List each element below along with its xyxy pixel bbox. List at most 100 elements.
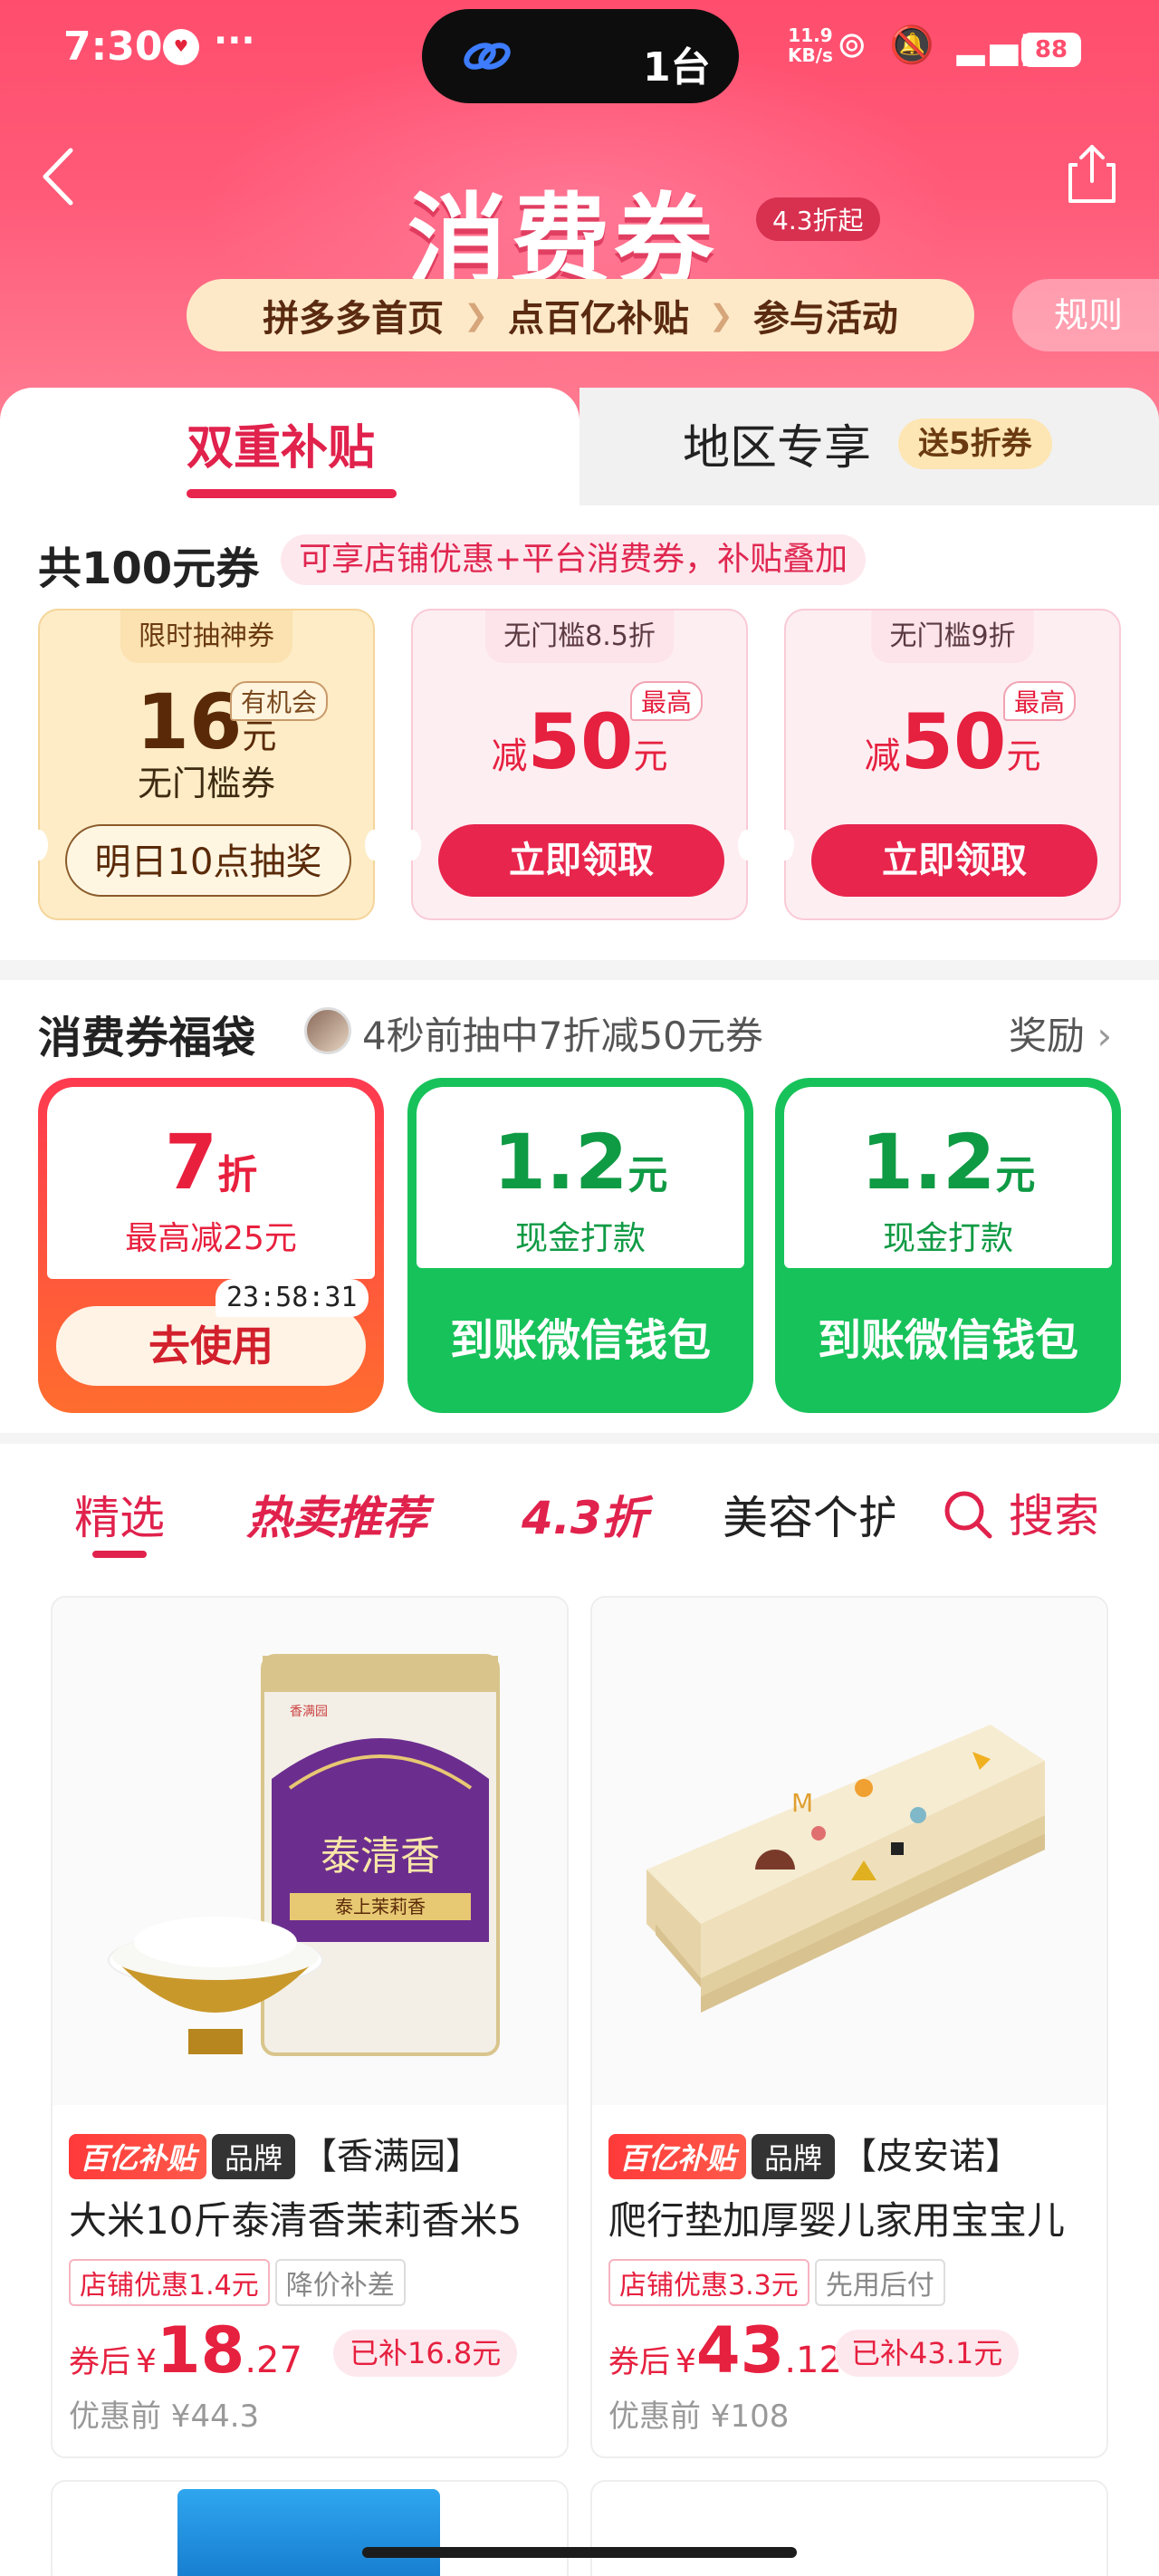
coupon-card-90[interactable]: 无门槛9折 减50元 最高 立即领取 xyxy=(776,609,1121,920)
chevron-right-icon: ❯ xyxy=(464,298,488,332)
product-tags: 店铺优惠3.3元 先用后付 xyxy=(608,2259,945,2306)
lucky-bag-notice: 4秒前抽中7折减50元券 xyxy=(362,1014,763,1058)
product-image: M xyxy=(592,1598,1106,2105)
link-icon xyxy=(464,43,511,70)
bag-sub: 最高减25元 xyxy=(125,1220,297,1257)
price-label: 券后 xyxy=(69,2344,130,2380)
coupon-max-tag: 最高 xyxy=(630,681,704,721)
breadcrumb-step-3: 参与活动 xyxy=(752,298,898,340)
product-card-partial[interactable] xyxy=(590,2480,1108,2576)
avatar xyxy=(304,1007,351,1054)
tab-active-indicator xyxy=(92,1551,147,1558)
coupon-subheading: 可享店铺优惠+平台消费券，补贴叠加 xyxy=(281,534,867,585)
pay-later-tag: 先用后付 xyxy=(814,2259,945,2306)
shop-discount-tag: 店铺优惠3.3元 xyxy=(608,2259,809,2306)
product-card[interactable]: 泰清香 泰上茉莉香 香满园 百亿补贴 品牌 【香满园】 大米10斤泰清香茉莉香米5 … xyxy=(51,1596,569,2458)
price-protect-tag: 降价补差 xyxy=(274,2259,406,2306)
product-card[interactable]: M 百亿补贴 品牌 【皮安诺】 爬行垫加厚婴儿家用宝宝儿 店铺优惠3.3元 先用后付 … xyxy=(590,1596,1108,2458)
product-badges: 百亿补贴 品牌 【皮安诺】 xyxy=(608,2127,1021,2179)
bag-value: 1.2元 xyxy=(417,1118,744,1206)
tab-hot[interactable]: 热卖推荐 xyxy=(246,1482,427,1547)
coupon-amount-prefix: 减 xyxy=(864,735,901,777)
tab-double-subsidy-label: 双重补贴 xyxy=(187,421,376,476)
coupon-amount-unit: 元 xyxy=(242,716,277,756)
bag-value-number: 1.2 xyxy=(860,1118,996,1206)
product-image: 泰清香 泰上茉莉香 香满园 xyxy=(53,1598,567,2105)
lottery-button[interactable]: 明日10点抽奖 xyxy=(65,824,351,897)
use-button[interactable]: 去使用 xyxy=(56,1306,366,1386)
rewards-link-label: 奖励 xyxy=(1009,1014,1086,1058)
status-bar: 7:30 ♥ ··· 1台 11.9 KB/s ⊚ 🔕 ▂▄▆ 88 xyxy=(0,0,1159,103)
product-image xyxy=(177,2489,440,2576)
tab-featured-label: 精选 xyxy=(74,1492,165,1544)
wechat-wallet-action: 到账微信钱包 xyxy=(817,1315,1078,1366)
hero-header: 7:30 ♥ ··· 1台 11.9 KB/s ⊚ 🔕 ▂▄▆ 88 消费券 4… xyxy=(0,0,1159,426)
search-button[interactable]: 搜索 xyxy=(942,1480,1099,1545)
price-integer: 18 xyxy=(156,2313,245,2388)
product-feed: 精选 热卖推荐 4.3折 美容个护 搜索 泰清香 泰上茉莉香 香满园 百亿补贴 … xyxy=(0,1444,1159,2576)
island-text: 1台 xyxy=(643,44,711,91)
home-indicator[interactable] xyxy=(362,2547,797,2558)
net-speed-value: 11.9 xyxy=(788,24,833,46)
coupon-max-tag: 最高 xyxy=(1003,681,1077,721)
subsidy-badge: 百亿补贴 xyxy=(608,2134,747,2179)
bag-card-inner: 7折 最高减25元 xyxy=(47,1087,375,1279)
coupon-notch xyxy=(738,830,756,860)
lucky-bag-section: 消费券福袋 4秒前抽中7折减50元券 奖励 › 7折 最高减25元 去使用 23… xyxy=(0,980,1159,1433)
product-image-brand-text: 泰清香 xyxy=(321,1833,440,1879)
subsidy-tabs: 地区专享 送5折券 双重补贴 xyxy=(0,388,1159,505)
rules-button[interactable]: 规则 xyxy=(1012,279,1159,351)
shop-name: 【香满园】 xyxy=(301,2136,483,2177)
bag-card-cash[interactable]: 1.2元 现金打款 到账微信钱包 xyxy=(407,1078,753,1413)
price-integer: 43 xyxy=(695,2313,785,2388)
bag-value-number: 7 xyxy=(164,1118,218,1206)
original-price: 优惠前 ¥44.3 xyxy=(69,2398,260,2435)
chevron-right-icon: ❯ xyxy=(709,298,733,332)
coupon-cap: 无门槛8.5折 xyxy=(485,610,674,663)
share-icon[interactable] xyxy=(1065,141,1119,205)
price-currency: ¥ xyxy=(136,2343,157,2380)
svg-text:M: M xyxy=(791,1788,813,1818)
coupon-card-85[interactable]: 无门槛8.5折 减50元 最高 立即领取 xyxy=(403,609,756,920)
coupon-amount-value: 16 xyxy=(136,678,243,766)
brand-badge: 品牌 xyxy=(752,2134,836,2179)
rewards-link[interactable]: 奖励 › xyxy=(1009,1005,1112,1061)
product-card-partial[interactable] xyxy=(51,2480,569,2576)
claim-button[interactable]: 立即领取 xyxy=(811,824,1097,897)
coupon-notch xyxy=(365,830,383,860)
back-icon[interactable] xyxy=(36,145,81,208)
bag-value-unit: 折 xyxy=(217,1152,258,1198)
bag-value-number: 1.2 xyxy=(493,1118,628,1206)
claim-button[interactable]: 立即领取 xyxy=(438,824,724,897)
search-icon xyxy=(944,1491,992,1539)
tab-featured[interactable]: 精选 xyxy=(74,1482,165,1558)
breadcrumb: 拼多多首页 ❯ 点百亿补贴 ❯ 参与活动 xyxy=(187,279,974,351)
tab-regional[interactable]: 地区专享 送5折券 xyxy=(580,388,1159,505)
chevron-right-icon: › xyxy=(1097,1014,1113,1058)
shop-discount-tag: 店铺优惠1.4元 xyxy=(69,2259,270,2306)
tab-active-indicator xyxy=(187,489,397,498)
product-name: 爬行垫加厚婴儿家用宝宝儿 xyxy=(608,2198,1066,2243)
bag-card-cash[interactable]: 1.2元 现金打款 到账微信钱包 xyxy=(775,1078,1121,1413)
coupon-card-lottery[interactable]: 限时抽神券 16元 有机会 无门槛券 明日10点抽奖 xyxy=(30,609,383,920)
coupon-notch xyxy=(776,830,794,860)
coupon-section: 共100元券 可享店铺优惠+平台消费券，补贴叠加 限时抽神券 16元 有机会 无… xyxy=(0,505,1159,960)
subsidy-amount: 已补43.1元 xyxy=(835,2330,1020,2377)
search-label: 搜索 xyxy=(1009,1490,1099,1543)
tab-discount[interactable]: 4.3折 xyxy=(522,1482,647,1547)
bag-sub: 现金打款 xyxy=(514,1220,646,1257)
price-decimal: .27 xyxy=(244,2340,302,2381)
product-tags: 店铺优惠1.4元 降价补差 xyxy=(69,2259,406,2306)
price-currency: ¥ xyxy=(675,2343,696,2380)
tab-double-subsidy[interactable]: 双重补贴 xyxy=(0,388,580,505)
price-decimal: .12 xyxy=(784,2340,842,2381)
coupon-amount-unit: 元 xyxy=(633,736,668,776)
bag-sub: 现金打款 xyxy=(882,1220,1013,1257)
dynamic-island[interactable]: 1台 xyxy=(422,9,739,103)
bag-card-inner: 1.2元 现金打款 xyxy=(417,1087,744,1268)
countdown-timer: 23:58:31 xyxy=(216,1279,369,1317)
bag-value: 1.2元 xyxy=(784,1118,1112,1206)
bag-card-discount[interactable]: 7折 最高减25元 去使用 23:58:31 xyxy=(38,1078,384,1413)
coupon-cap: 限时抽神券 xyxy=(120,610,292,663)
tab-beauty[interactable]: 美容个护 xyxy=(723,1482,895,1547)
